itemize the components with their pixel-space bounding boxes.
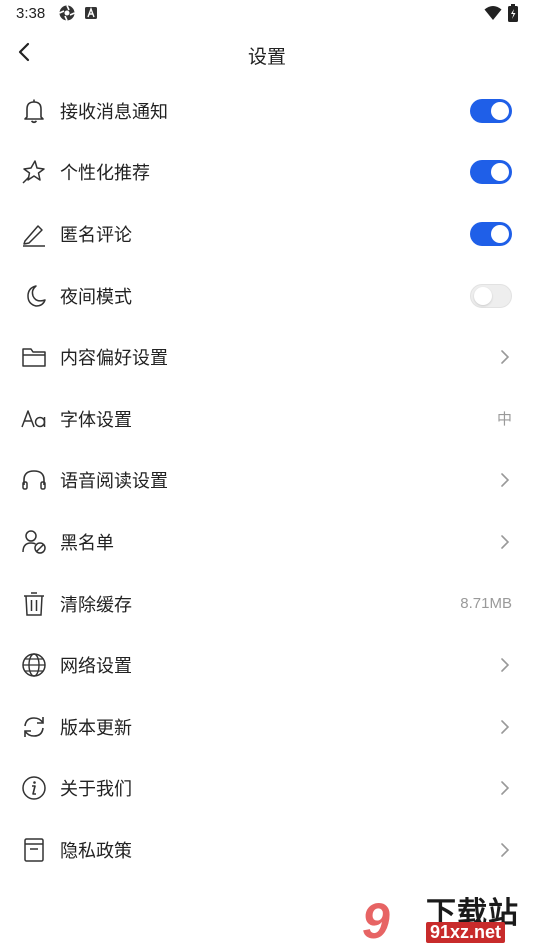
watermark: 9 下载站 91xz.net: [360, 888, 530, 949]
setting-row-font[interactable]: 字体设置 中: [0, 388, 534, 450]
status-bar: 3:38: [0, 0, 534, 28]
setting-label: 清除缓存: [60, 594, 132, 615]
setting-label: 黑名单: [60, 532, 114, 553]
setting-label: 隐私政策: [60, 840, 132, 861]
globe-icon: [20, 651, 48, 679]
bell-icon: [20, 97, 48, 125]
chevron-right-icon: [498, 347, 512, 367]
settings-list: 接收消息通知 个性化推荐 匿名评论 夜间模式 内容偏好设置 字体设置 中 语音阅…: [0, 80, 534, 881]
night-mode-toggle[interactable]: [470, 283, 512, 308]
user-blocked-icon: [20, 528, 48, 556]
personalized-toggle[interactable]: [470, 160, 512, 185]
info-icon: [20, 774, 48, 802]
setting-row-personalized[interactable]: 个性化推荐: [0, 142, 534, 204]
chevron-right-icon: [498, 655, 512, 675]
setting-label: 接收消息通知: [60, 101, 168, 122]
watermark-url: 91xz.net: [426, 922, 506, 943]
setting-row-version-update[interactable]: 版本更新: [0, 696, 534, 758]
setting-label: 匿名评论: [60, 224, 132, 245]
chevron-right-icon: [498, 470, 512, 490]
battery-charging-icon: [508, 4, 518, 27]
setting-label: 关于我们: [60, 779, 132, 800]
status-icons-right: [484, 4, 518, 27]
wifi-icon: [484, 5, 502, 26]
font-size-value: 中: [496, 411, 512, 429]
header: 设置: [0, 28, 534, 80]
status-icons-left: [58, 4, 98, 27]
settings-cog-icon: [58, 4, 76, 27]
setting-row-content-preference[interactable]: 内容偏好设置: [0, 326, 534, 388]
a-badge-icon: [84, 6, 98, 25]
setting-row-anonymous-comment[interactable]: 匿名评论: [0, 203, 534, 265]
notifications-toggle[interactable]: [470, 98, 512, 123]
watermark-logo: 9: [362, 893, 390, 949]
status-time: 3:38: [16, 5, 46, 22]
setting-row-network[interactable]: 网络设置: [0, 634, 534, 696]
chevron-right-icon: [498, 840, 512, 860]
setting-row-night-mode[interactable]: 夜间模式: [0, 265, 534, 327]
setting-row-voice-reading[interactable]: 语音阅读设置: [0, 450, 534, 512]
chevron-right-icon: [498, 532, 512, 552]
page-title: 设置: [247, 47, 286, 68]
setting-row-about[interactable]: 关于我们: [0, 758, 534, 820]
headphones-icon: [20, 466, 48, 494]
setting-label: 版本更新: [60, 717, 132, 738]
trash-icon: [20, 590, 48, 618]
setting-label: 字体设置: [60, 409, 132, 430]
chevron-right-icon: [498, 717, 512, 737]
anonymous-comment-toggle[interactable]: [470, 221, 512, 246]
chevron-right-icon: [498, 778, 512, 798]
setting-label: 语音阅读设置: [60, 471, 168, 492]
refresh-icon: [20, 713, 48, 741]
folder-icon: [20, 343, 48, 371]
sparkle-star-icon: [20, 158, 48, 186]
pencil-icon: [20, 220, 48, 248]
font-aa-icon: [20, 405, 48, 433]
setting-row-blacklist[interactable]: 黑名单: [0, 511, 534, 573]
setting-row-notifications[interactable]: 接收消息通知: [0, 80, 534, 142]
cache-size-value: 8.71MB: [460, 595, 512, 613]
setting-label: 夜间模式: [60, 286, 132, 307]
document-icon: [20, 836, 48, 864]
setting-row-clear-cache[interactable]: 清除缓存 8.71MB: [0, 573, 534, 635]
setting-row-privacy[interactable]: 隐私政策: [0, 819, 534, 881]
setting-label: 个性化推荐: [60, 163, 150, 184]
setting-label: 内容偏好设置: [60, 348, 168, 369]
moon-icon: [20, 282, 48, 310]
setting-label: 网络设置: [60, 656, 132, 677]
